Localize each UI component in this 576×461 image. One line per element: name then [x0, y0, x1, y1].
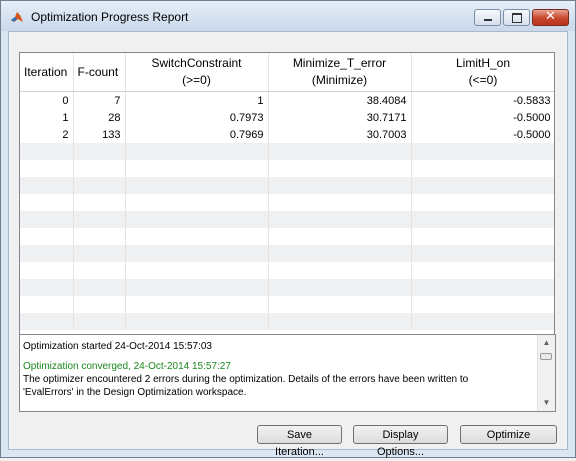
log-line-workspace: 'EvalErrors' in the Design Optimization … [23, 387, 247, 398]
cell-minimize-t-error: 30.7171 [268, 109, 412, 126]
column-header-line1: F-count [77, 64, 119, 79]
empty-row [20, 177, 554, 194]
maximize-icon [512, 13, 522, 23]
column-header-fcount[interactable]: F-count [73, 53, 126, 92]
optimize-button[interactable]: Optimize [460, 425, 557, 444]
cell-iteration: 2 [20, 126, 74, 143]
window-title: Optimization Progress Report [31, 10, 189, 24]
column-header-minimize-t-error[interactable]: Minimize_T_error (Minimize) [268, 53, 412, 92]
log-panel[interactable]: Optimization started 24-Oct-2014 15:57:0… [19, 334, 556, 412]
empty-row [20, 296, 554, 313]
column-header-line1: Iteration [24, 64, 68, 79]
empty-row [20, 143, 554, 160]
scroll-up-icon[interactable]: ▲ [538, 336, 555, 350]
save-iteration-button[interactable]: Save Iteration... [257, 425, 342, 458]
column-header-line1: Minimize_T_error [292, 56, 387, 70]
maximize-button[interactable] [503, 9, 530, 26]
cell-limith-on: -0.5833 [411, 91, 554, 109]
dialog-body: Iteration F-count SwitchConstraint (>=0) [8, 31, 568, 458]
table-row[interactable]: 1 28 0.7973 30.7171 -0.5000 [20, 109, 554, 126]
column-header-switchconstraint[interactable]: SwitchConstraint (>=0) [125, 53, 269, 92]
cell-iteration: 1 [20, 109, 74, 126]
matlab-logo-icon [10, 10, 24, 24]
cell-switchconstraint: 0.7969 [125, 126, 269, 143]
empty-row [20, 211, 554, 228]
iteration-table[interactable]: Iteration F-count SwitchConstraint (>=0) [19, 52, 555, 337]
minimize-icon [484, 19, 492, 21]
log-scrollbar[interactable]: ▲ ▼ [537, 335, 555, 411]
column-header-line2: (<=0) [468, 73, 498, 87]
cell-minimize-t-error: 30.7003 [268, 126, 412, 143]
column-header-line1: SwitchConstraint [151, 56, 242, 70]
cell-fcount: 133 [73, 126, 126, 143]
column-header-limith-on[interactable]: LimitH_on (<=0) [411, 53, 554, 92]
scroll-thumb[interactable] [540, 353, 552, 360]
close-icon: ✕ [545, 9, 556, 24]
log-text: Optimization started 24-Oct-2014 15:57:0… [23, 340, 535, 399]
log-line-errors: The optimizer encountered 2 errors durin… [23, 374, 469, 385]
table-row[interactable]: 0 7 1 38.4084 -0.5833 [20, 91, 554, 109]
empty-row [20, 228, 554, 245]
log-line-started: Optimization started 24-Oct-2014 15:57:0… [23, 341, 212, 352]
cell-limith-on: -0.5000 [411, 109, 554, 126]
cell-limith-on: -0.5000 [411, 126, 554, 143]
empty-row [20, 160, 554, 177]
log-line-converged: Optimization converged, 24-Oct-2014 15:5… [23, 361, 231, 372]
empty-row [20, 262, 554, 279]
empty-row [20, 313, 554, 330]
cell-fcount: 7 [73, 91, 126, 109]
column-header-line2: (>=0) [182, 73, 211, 87]
column-header-line1: LimitH_on [455, 56, 511, 70]
minimize-button[interactable] [474, 9, 501, 26]
empty-row [20, 279, 554, 296]
cell-iteration: 0 [20, 91, 74, 109]
table-header: Iteration F-count SwitchConstraint (>=0) [20, 53, 554, 92]
display-options-button[interactable]: Display Options... [353, 425, 448, 458]
table-row[interactable]: 2 133 0.7969 30.7003 -0.5000 [20, 126, 554, 143]
empty-row [20, 245, 554, 262]
empty-row [20, 194, 554, 211]
scroll-down-icon[interactable]: ▼ [538, 396, 555, 410]
cell-minimize-t-error: 38.4084 [268, 91, 412, 109]
title-bar[interactable]: Optimization Progress Report ✕ [1, 1, 575, 31]
cell-switchconstraint: 1 [125, 91, 269, 109]
cell-switchconstraint: 0.7973 [125, 109, 269, 126]
cell-fcount: 28 [73, 109, 126, 126]
optimization-progress-window: Optimization Progress Report ✕ Iteration [0, 0, 576, 458]
column-header-line2: (Minimize) [311, 73, 368, 87]
column-header-iteration[interactable]: Iteration [20, 53, 74, 92]
close-button[interactable]: ✕ [532, 9, 569, 26]
